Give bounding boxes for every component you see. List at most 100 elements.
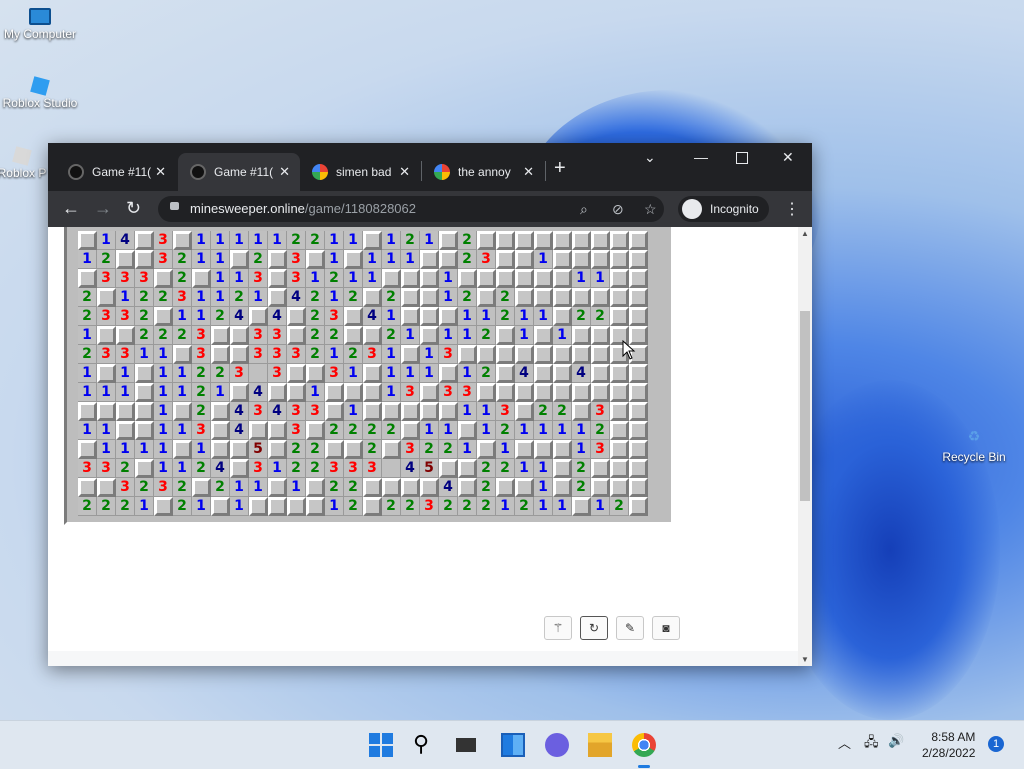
- cell-number[interactable]: 3: [591, 440, 610, 459]
- cell-number[interactable]: 1: [553, 421, 572, 440]
- cell-unrevealed[interactable]: [135, 402, 154, 421]
- cell-number[interactable]: 3: [287, 250, 306, 269]
- cell-unrevealed[interactable]: [553, 307, 572, 326]
- cell-number[interactable]: 1: [173, 383, 192, 402]
- cell-number[interactable]: 1: [154, 402, 173, 421]
- cell-number[interactable]: 3: [97, 345, 116, 364]
- cell-number[interactable]: 1: [534, 497, 553, 516]
- cell-number[interactable]: 2: [515, 497, 534, 516]
- cell-number[interactable]: 4: [287, 288, 306, 307]
- cell-unrevealed[interactable]: [591, 231, 610, 250]
- cell-unrevealed[interactable]: [230, 440, 249, 459]
- cell-unrevealed[interactable]: [439, 402, 458, 421]
- cell-unrevealed[interactable]: [458, 421, 477, 440]
- cell-unrevealed[interactable]: [420, 288, 439, 307]
- cell-number[interactable]: 2: [496, 288, 515, 307]
- cell-number[interactable]: 1: [534, 478, 553, 497]
- cell-number[interactable]: 1: [268, 231, 287, 250]
- desktop-icon-recycle-bin[interactable]: ♻ Recycle Bin: [934, 428, 1014, 464]
- cell-unrevealed[interactable]: [439, 231, 458, 250]
- cell-number[interactable]: 2: [154, 288, 173, 307]
- cell-number[interactable]: 1: [192, 288, 211, 307]
- cell-number[interactable]: 2: [344, 345, 363, 364]
- cell-unrevealed[interactable]: [515, 231, 534, 250]
- cell-unrevealed[interactable]: [287, 383, 306, 402]
- cell-number[interactable]: 2: [458, 497, 477, 516]
- cell-unrevealed[interactable]: [553, 478, 572, 497]
- cell-unrevealed[interactable]: [572, 383, 591, 402]
- cell-unrevealed[interactable]: [135, 383, 154, 402]
- cell-unrevealed[interactable]: [363, 364, 382, 383]
- cell-unrevealed[interactable]: [249, 307, 268, 326]
- cell-unrevealed[interactable]: [629, 269, 648, 288]
- cell-unrevealed[interactable]: [97, 364, 116, 383]
- cell-number[interactable]: 2: [78, 497, 97, 516]
- cell-number[interactable]: 1: [458, 440, 477, 459]
- cell-number[interactable]: 1: [534, 421, 553, 440]
- cell-number[interactable]: 2: [477, 497, 496, 516]
- cell-number[interactable]: 1: [458, 326, 477, 345]
- cell-number[interactable]: 1: [496, 497, 515, 516]
- cell-unrevealed[interactable]: [534, 364, 553, 383]
- cell-unrevealed[interactable]: [629, 440, 648, 459]
- cell-unrevealed[interactable]: [610, 250, 629, 269]
- cell-unrevealed[interactable]: [116, 421, 135, 440]
- cell-number[interactable]: 1: [116, 383, 135, 402]
- cell-number[interactable]: 2: [477, 478, 496, 497]
- cell-number[interactable]: 1: [249, 288, 268, 307]
- cell-unrevealed[interactable]: [230, 345, 249, 364]
- scroll-up-icon[interactable]: ▲: [801, 229, 809, 238]
- cell-unrevealed[interactable]: [363, 402, 382, 421]
- cell-number[interactable]: 2: [135, 307, 154, 326]
- cell-unrevealed[interactable]: [610, 231, 629, 250]
- cell-number[interactable]: 1: [458, 364, 477, 383]
- close-icon[interactable]: ✕: [155, 164, 166, 180]
- cell-unrevealed[interactable]: [287, 364, 306, 383]
- cell-number[interactable]: 1: [344, 402, 363, 421]
- cell-number[interactable]: 2: [306, 288, 325, 307]
- cell-number[interactable]: 1: [173, 307, 192, 326]
- cell-unrevealed[interactable]: [363, 383, 382, 402]
- chevron-up-icon[interactable]: ︿: [838, 733, 851, 752]
- cell-number[interactable]: 2: [496, 459, 515, 478]
- cell-number[interactable]: 2: [344, 478, 363, 497]
- cell-number[interactable]: 1: [382, 345, 401, 364]
- cell-number[interactable]: 2: [173, 269, 192, 288]
- reload-button[interactable]: ↻: [126, 199, 141, 217]
- cell-unrevealed[interactable]: [78, 269, 97, 288]
- cell-unrevealed[interactable]: [515, 288, 534, 307]
- cell-number[interactable]: 1: [249, 231, 268, 250]
- cell-unrevealed[interactable]: [477, 288, 496, 307]
- cell-number[interactable]: 1: [78, 250, 97, 269]
- cell-number[interactable]: 2: [344, 497, 363, 516]
- cell-number[interactable]: 3: [287, 269, 306, 288]
- cell-number[interactable]: 1: [173, 421, 192, 440]
- cell-unrevealed[interactable]: [268, 497, 287, 516]
- wand-icon[interactable]: ⚚: [544, 616, 572, 640]
- cell-unrevealed[interactable]: [610, 364, 629, 383]
- cell-number[interactable]: 1: [496, 440, 515, 459]
- cell-number[interactable]: 3: [173, 288, 192, 307]
- cell-unrevealed[interactable]: [515, 250, 534, 269]
- cell-number[interactable]: 1: [154, 364, 173, 383]
- cell-unrevealed[interactable]: [268, 269, 287, 288]
- cell-unrevealed[interactable]: [211, 421, 230, 440]
- tab-search-icon[interactable]: ⌄: [644, 149, 656, 166]
- cell-number[interactable]: 3: [363, 345, 382, 364]
- cell-unrevealed[interactable]: [458, 269, 477, 288]
- cell-number[interactable]: 3: [325, 307, 344, 326]
- cell-number[interactable]: 1: [78, 421, 97, 440]
- cell-number[interactable]: 1: [458, 307, 477, 326]
- cell-unrevealed[interactable]: [534, 440, 553, 459]
- cell-number[interactable]: 2: [173, 478, 192, 497]
- cell-unrevealed[interactable]: [344, 307, 363, 326]
- close-icon[interactable]: ✕: [399, 164, 410, 180]
- vertical-scrollbar[interactable]: ▲ ▼: [798, 227, 812, 666]
- cell-unrevealed[interactable]: [553, 364, 572, 383]
- cell-number[interactable]: 2: [287, 459, 306, 478]
- cell-number[interactable]: 3: [249, 326, 268, 345]
- cell-number[interactable]: 4: [211, 459, 230, 478]
- cell-unrevealed[interactable]: [420, 402, 439, 421]
- cell-number[interactable]: 1: [553, 497, 572, 516]
- cell-unrevealed[interactable]: [401, 307, 420, 326]
